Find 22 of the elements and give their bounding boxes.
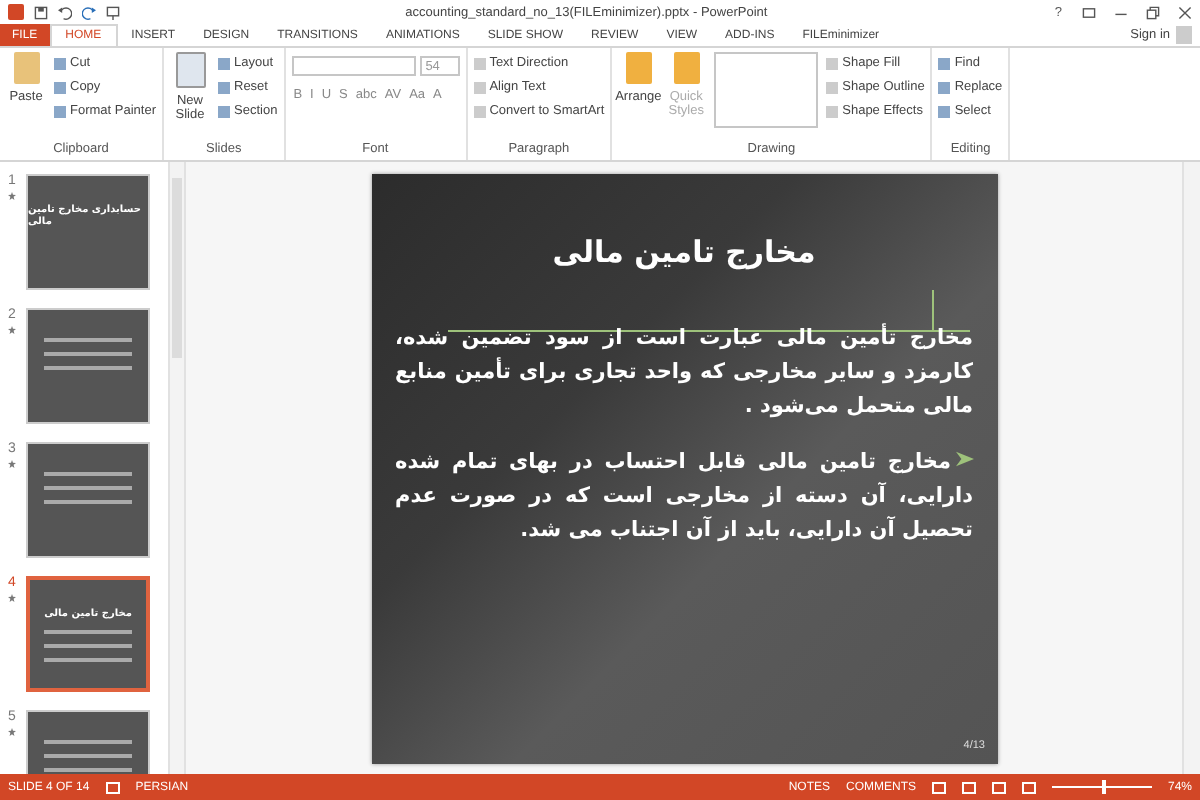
app-icon	[8, 4, 24, 20]
zoom-slider-thumb[interactable]	[1101, 780, 1106, 794]
close-icon[interactable]	[1178, 5, 1192, 19]
star-icon	[8, 326, 16, 334]
redo-icon[interactable]	[82, 5, 96, 19]
scrollbar[interactable]	[1182, 162, 1200, 774]
star-icon	[8, 460, 16, 468]
arrow-bullet-icon	[955, 450, 973, 469]
font-name-field[interactable]	[291, 56, 416, 76]
star-icon	[8, 728, 16, 736]
slide-paragraph: مخارج تأمین مالی عبارت است از سود تضمین شده، کارمزد و سایر مخارجی که واحد تجاری برای تأمین منابع مالی متحمل می‌شود .	[395, 322, 973, 422]
undo-icon[interactable]	[58, 5, 72, 19]
ribbon-display-icon[interactable]	[1082, 5, 1096, 19]
slide-title: مخارج تامین مالی	[552, 234, 816, 270]
restore-icon[interactable]	[1146, 5, 1160, 19]
star-icon	[8, 594, 16, 602]
slide-thumbnail[interactable]	[26, 442, 150, 558]
save-icon[interactable]	[34, 5, 48, 19]
slide-paragraph: مخارج تامین مالی قابل احتساب در بهای تمام شده دارایی، آن دسته از مخارجی است که در صورت عدم تحصیل آن دارایی، باید از آن اجتناب می شد.	[395, 448, 973, 546]
scrollbar[interactable]	[168, 162, 186, 774]
star-icon	[8, 192, 16, 200]
slide-thumbnail[interactable]	[26, 308, 150, 424]
